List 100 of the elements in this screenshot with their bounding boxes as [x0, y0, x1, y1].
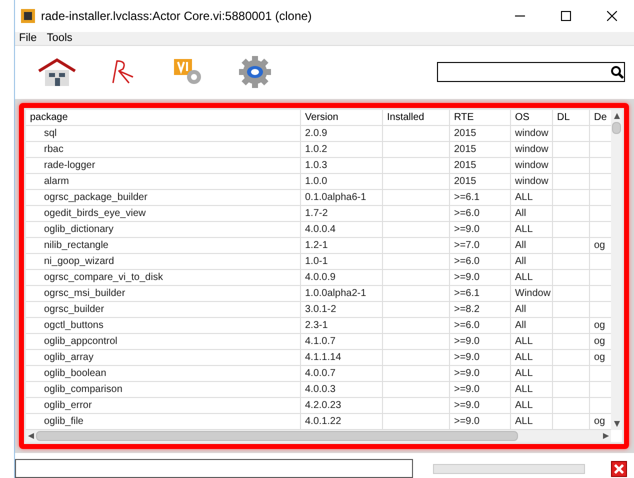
table-cell: window — [511, 142, 553, 157]
table-cell: All — [511, 238, 553, 253]
table-cell: >=7.0 — [450, 238, 511, 253]
table-cell: ALL — [511, 414, 553, 429]
table-cell: sql — [26, 126, 301, 141]
table-cell: 4.2.0.23 — [301, 398, 383, 413]
table-cell: 2015 — [450, 126, 511, 141]
table-cell: 2015 — [450, 142, 511, 157]
table-cell: All — [511, 318, 553, 333]
table-cell: oglib_file — [26, 414, 301, 429]
table-cell: >=6.0 — [450, 206, 511, 221]
app-icon — [21, 9, 35, 23]
search-field[interactable] — [437, 62, 625, 82]
table-cell: 1.0.2 — [301, 142, 383, 157]
table-cell: oglib_error — [26, 398, 301, 413]
table-cell: oglib_dictionary — [26, 222, 301, 237]
menu-item[interactable]: Tools — [46, 32, 72, 44]
table-cell: ALL — [511, 398, 553, 413]
table-cell: ogrsc_package_builder — [26, 190, 301, 205]
column-header[interactable]: DL — [553, 110, 590, 125]
table-cell: All — [511, 302, 553, 317]
table-cell: rbac — [26, 142, 301, 157]
status-field[interactable] — [15, 459, 413, 478]
right-arrow-icon[interactable] — [603, 433, 609, 439]
table-cell: >=9.0 — [450, 414, 511, 429]
table-cell: 1.7-2 — [301, 206, 383, 221]
menu-item[interactable]: File — [19, 32, 37, 44]
up-arrow-icon[interactable] — [614, 113, 620, 119]
table-cell: 2.3-1 — [301, 318, 383, 333]
table-cell: >=6.1 — [450, 190, 511, 205]
table-cell: All — [511, 254, 553, 269]
table-cell: >=9.0 — [450, 382, 511, 397]
table-cell: ALL — [511, 190, 553, 205]
table-cell: ALL — [511, 334, 553, 349]
table-cell: Window — [511, 286, 553, 301]
table-cell: 2015 — [450, 158, 511, 173]
stop-button[interactable] — [611, 460, 627, 476]
table-cell: 2.0.9 — [301, 126, 383, 141]
table-cell: >=9.0 — [450, 222, 511, 237]
table-cell: ogrsc_msi_builder — [26, 286, 301, 301]
table-cell: oglib_boolean — [26, 366, 301, 381]
scroll-thumb[interactable] — [36, 431, 518, 441]
horizontal-scrollbar[interactable] — [26, 430, 611, 442]
table-cell: window — [511, 174, 553, 189]
table-cell: >=6.1 — [450, 286, 511, 301]
table-cell: 1.0.0 — [301, 174, 383, 189]
table-cell: 1.2-1 — [301, 238, 383, 253]
table-cell: 4.0.0.9 — [301, 270, 383, 285]
close-icon[interactable] — [607, 11, 617, 21]
table-cell: 2015 — [450, 174, 511, 189]
table-cell: 1.0.3 — [301, 158, 383, 173]
table-cell: 4.1.0.7 — [301, 334, 383, 349]
down-arrow-icon[interactable] — [614, 421, 620, 427]
column-header[interactable]: RTE — [450, 110, 511, 125]
maximize-icon[interactable] — [561, 11, 571, 21]
table-cell: 4.0.0.3 — [301, 382, 383, 397]
table-cell: ALL — [511, 222, 553, 237]
table-cell: >=6.0 — [450, 254, 511, 269]
table-cell: >=8.2 — [450, 302, 511, 317]
table-cell: alarm — [26, 174, 301, 189]
table-cell: ni_goop_wizard — [26, 254, 301, 269]
table-cell: oglib_comparison — [26, 382, 301, 397]
table-cell: ogctl_buttons — [26, 318, 301, 333]
table-cell: oglib_array — [26, 350, 301, 365]
table-cell: oglib_appcontrol — [26, 334, 301, 349]
table-cell: ALL — [511, 366, 553, 381]
table-cell: >=9.0 — [450, 350, 511, 365]
column-header[interactable]: package — [26, 110, 301, 125]
table-cell: window — [511, 126, 553, 141]
table-cell: 1.0-1 — [301, 254, 383, 269]
table-cell: ALL — [511, 382, 553, 397]
table-cell: nilib_rectangle — [26, 238, 301, 253]
table-cell: 0.1.0alpha6-1 — [301, 190, 383, 205]
column-header[interactable]: Installed — [383, 110, 450, 125]
table-cell: rade-logger — [26, 158, 301, 173]
table-cell: 1.0.0alpha2-1 — [301, 286, 383, 301]
left-arrow-icon[interactable] — [28, 433, 34, 439]
vertical-scrollbar[interactable] — [611, 110, 622, 430]
table-cell: >=9.0 — [450, 334, 511, 349]
scroll-thumb[interactable] — [612, 122, 621, 134]
table-cell: ALL — [511, 350, 553, 365]
table-cell: ogrsc_compare_vi_to_disk — [26, 270, 301, 285]
table-cell: window — [511, 158, 553, 173]
table-cell: 4.0.0.4 — [301, 222, 383, 237]
table-cell: 3.0.1-2 — [301, 302, 383, 317]
table-cell: >=9.0 — [450, 270, 511, 285]
column-header[interactable]: Version — [301, 110, 383, 125]
table-cell: >=9.0 — [450, 398, 511, 413]
window-title: rade-installer.lvclass:Actor Core.vi:5880001 (clone) — [41, 9, 313, 23]
table-cell: ALL — [511, 270, 553, 285]
table-cell: 4.1.1.14 — [301, 350, 383, 365]
table-cell: ogedit_birds_eye_view — [26, 206, 301, 221]
table-cell: 4.0.1.22 — [301, 414, 383, 429]
search-icon[interactable] — [610, 65, 624, 80]
table-cell: All — [511, 206, 553, 221]
table-cell: 4.0.0.7 — [301, 366, 383, 381]
table-cell: ogrsc_builder — [26, 302, 301, 317]
table-cell: >=9.0 — [450, 366, 511, 381]
column-header[interactable]: OS — [511, 110, 553, 125]
table-cell: >=6.0 — [450, 318, 511, 333]
